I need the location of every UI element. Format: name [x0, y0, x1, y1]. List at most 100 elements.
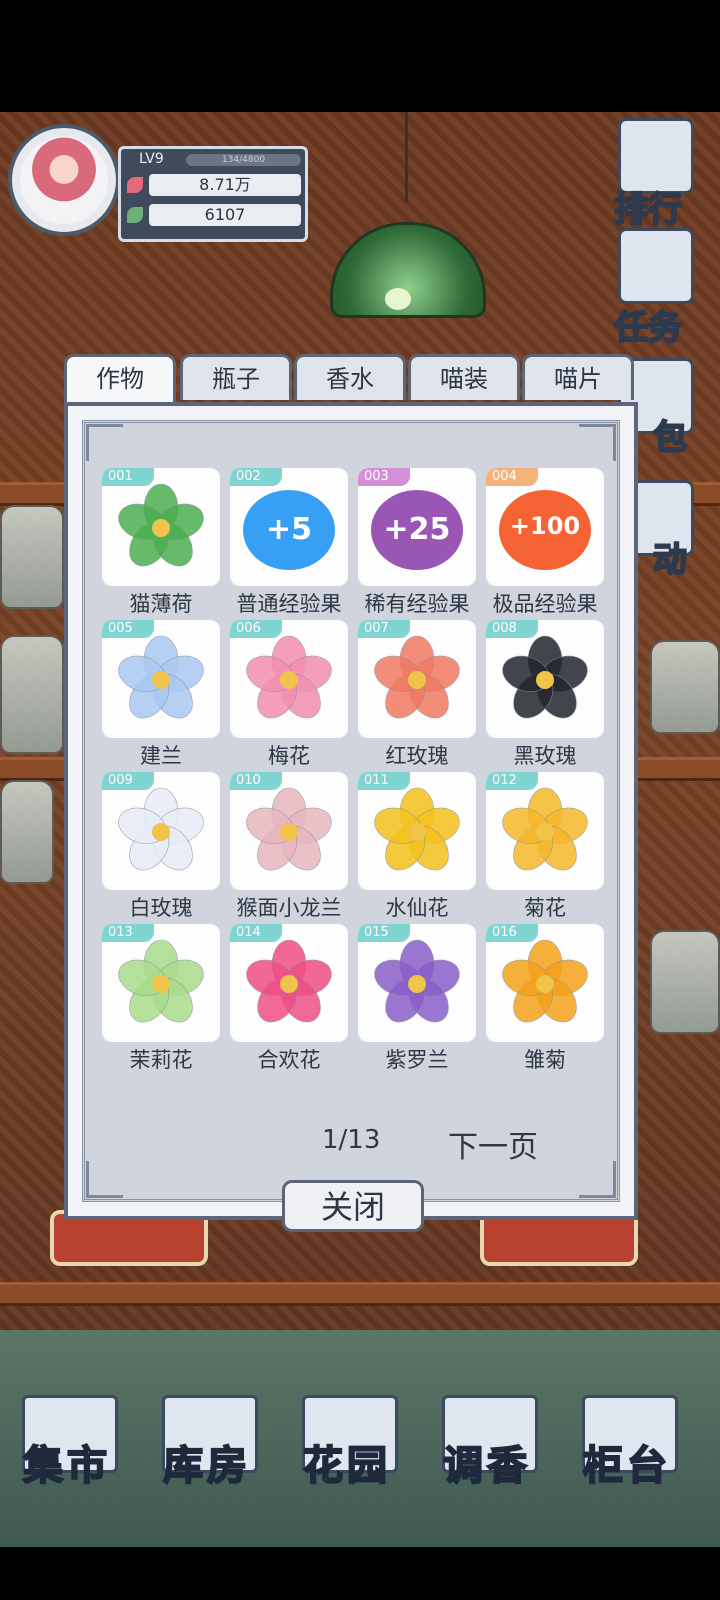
exp-value: +25	[383, 512, 451, 547]
item-number: 004	[486, 468, 538, 486]
leaf-icon	[127, 207, 143, 223]
item-cell[interactable]: +25 003 稀有经验果	[358, 468, 476, 616]
corner-ornament	[86, 1161, 123, 1198]
item-card[interactable]: 006	[230, 620, 348, 738]
nav-garden-label: 花园	[302, 1442, 391, 1490]
item-number: 012	[486, 772, 538, 790]
item-card[interactable]: +5 002	[230, 468, 348, 586]
task-label: 任务	[613, 307, 683, 349]
task-clipboard-icon	[618, 228, 694, 304]
item-number: 007	[358, 620, 410, 638]
item-number: 006	[230, 620, 282, 638]
item-number: 013	[102, 924, 154, 942]
item-card[interactable]: 015	[358, 924, 476, 1042]
nav-counter[interactable]: 柜台	[572, 1395, 682, 1505]
item-cell[interactable]: 013 茉莉花	[102, 924, 220, 1072]
item-name: 茉莉花	[129, 1048, 193, 1072]
close-button[interactable]: 关闭	[282, 1180, 424, 1232]
item-name: 猴面小龙兰	[236, 896, 342, 920]
item-cell[interactable]: 015 紫罗兰	[358, 924, 476, 1072]
ranking-button[interactable]: 排行	[598, 118, 716, 231]
item-card[interactable]: +25 003	[358, 468, 476, 586]
item-card[interactable]: 014	[230, 924, 348, 1042]
item-card[interactable]: 012	[486, 772, 604, 890]
nav-garden[interactable]: 花园	[292, 1395, 402, 1505]
nav-counter-label: 柜台	[582, 1442, 671, 1490]
item-cell[interactable]: 011 水仙花	[358, 772, 476, 920]
item-number: 016	[486, 924, 538, 942]
next-page-button[interactable]: 下一页	[448, 1122, 538, 1166]
nav-market-label: 集市	[22, 1442, 111, 1490]
exp-bar: 134/4800	[186, 154, 301, 166]
jar-decoration	[650, 930, 720, 1034]
item-name: 白玫瑰	[129, 896, 193, 920]
exp-value: +5	[265, 512, 312, 547]
item-cell[interactable]: 016 雏菊	[486, 924, 604, 1072]
tab-perfumes[interactable]: 香水	[294, 354, 406, 400]
coin-icon	[127, 177, 143, 193]
item-cell[interactable]: 009 白玫瑰	[102, 772, 220, 920]
shelf	[0, 1282, 720, 1306]
tab-bottles[interactable]: 瓶子	[180, 354, 292, 400]
item-name: 紫罗兰	[385, 1048, 449, 1072]
item-cell[interactable]: 006 梅花	[230, 620, 348, 768]
item-number: 010	[230, 772, 282, 790]
item-cell[interactable]: 001 猫薄荷	[102, 468, 220, 616]
nav-warehouse-label: 库房	[162, 1442, 251, 1490]
item-name: 雏菊	[524, 1048, 566, 1072]
item-cell[interactable]: +5 002 普通经验果	[230, 468, 348, 616]
tab-crops[interactable]: 作物	[64, 354, 176, 404]
item-name: 黑玫瑰	[513, 744, 577, 768]
item-number: 002	[230, 468, 282, 486]
task-button[interactable]: 任务	[598, 228, 716, 349]
item-cell[interactable]: 010 猴面小龙兰	[230, 772, 348, 920]
page-indicator: 1/13	[322, 1125, 381, 1155]
corner-ornament	[86, 424, 123, 461]
item-cell[interactable]: +100 004 极品经验果	[486, 468, 604, 616]
item-card[interactable]: 011	[358, 772, 476, 890]
gem-value: 6107	[204, 205, 246, 224]
nav-warehouse[interactable]: 库房	[152, 1395, 262, 1505]
item-name: 菊花	[524, 896, 566, 920]
jar-decoration	[0, 505, 64, 609]
item-name: 建兰	[140, 744, 182, 768]
tab-cat-outfits[interactable]: 喵装	[408, 354, 520, 400]
ranking-label: 排行	[613, 189, 683, 231]
item-name: 猫薄荷	[129, 592, 193, 616]
item-card[interactable]: 013	[102, 924, 220, 1042]
level-label: LV9	[139, 151, 164, 167]
item-name: 红玫瑰	[385, 744, 449, 768]
item-cell[interactable]: 005 建兰	[102, 620, 220, 768]
nav-perfume-mixing[interactable]: 调香	[432, 1395, 542, 1505]
item-cell[interactable]: 007 红玫瑰	[358, 620, 476, 768]
item-card[interactable]: 001	[102, 468, 220, 586]
item-name: 普通经验果	[236, 592, 342, 616]
tab-cat-cards[interactable]: 喵片	[522, 354, 634, 400]
player-info-panel[interactable]: LV9 134/4800 8.71万 6107	[8, 120, 308, 242]
item-name: 极品经验果	[492, 592, 598, 616]
coin-stat: 8.71万	[127, 174, 301, 196]
lamp-bulb	[385, 288, 411, 310]
corner-ornament	[579, 1161, 616, 1198]
player-stats: LV9 134/4800 8.71万 6107	[118, 146, 308, 242]
item-cell[interactable]: 012 菊花	[486, 772, 604, 920]
item-card[interactable]: 007	[358, 620, 476, 738]
item-name: 梅花	[268, 744, 310, 768]
jar-decoration	[0, 780, 54, 884]
item-cell[interactable]: 014 合欢花	[230, 924, 348, 1072]
item-name: 水仙花	[385, 896, 449, 920]
item-card[interactable]: +100 004	[486, 468, 604, 586]
item-cell[interactable]: 008 黑玫瑰	[486, 620, 604, 768]
avatar[interactable]	[20, 136, 108, 224]
item-number: 014	[230, 924, 282, 942]
item-card[interactable]: 008	[486, 620, 604, 738]
jar-decoration	[650, 640, 720, 734]
nav-market[interactable]: 集市	[12, 1395, 122, 1505]
item-number: 009	[102, 772, 154, 790]
item-card[interactable]: 010	[230, 772, 348, 890]
item-card[interactable]: 009	[102, 772, 220, 890]
item-number: 005	[102, 620, 154, 638]
corner-ornament	[579, 424, 616, 461]
item-card[interactable]: 016	[486, 924, 604, 1042]
item-card[interactable]: 005	[102, 620, 220, 738]
